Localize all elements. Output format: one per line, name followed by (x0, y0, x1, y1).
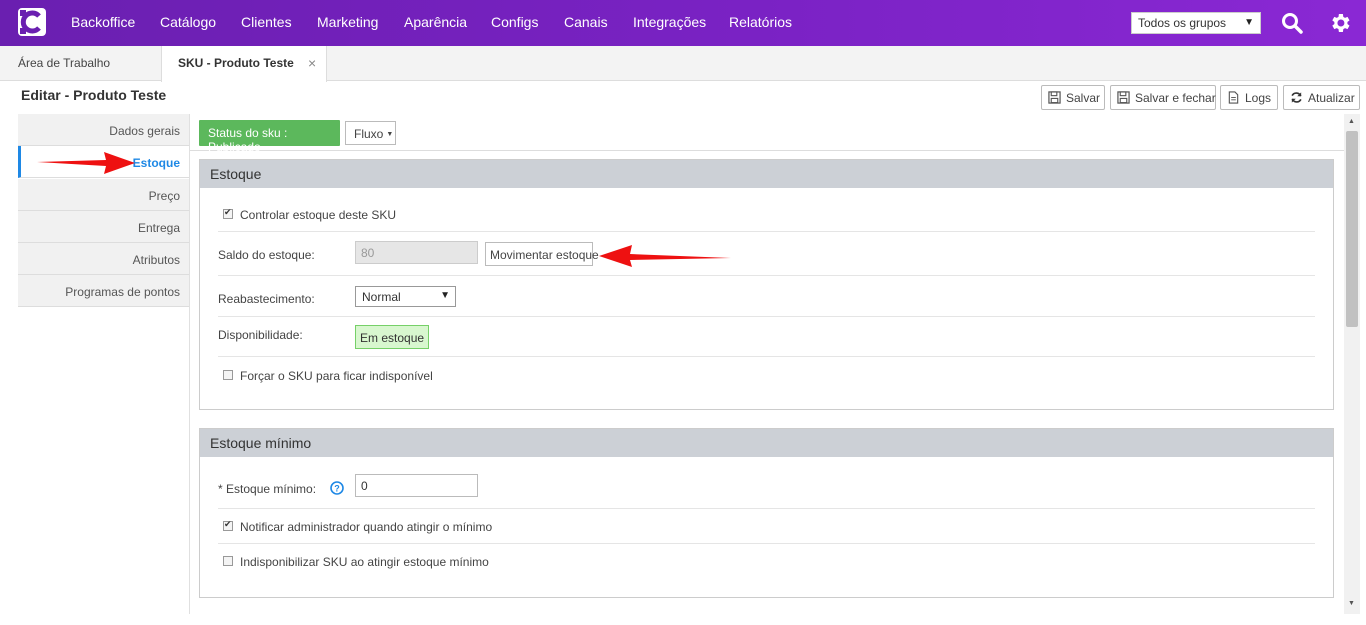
save-button[interactable]: Salvar (1041, 85, 1105, 110)
notificar-admin-label: Notificar administrador quando atingir o… (240, 520, 493, 534)
nav-configs[interactable]: Configs (491, 14, 538, 30)
help-icon[interactable]: ? (330, 481, 344, 495)
controlar-estoque-checkbox[interactable] (223, 207, 233, 219)
logs-button[interactable]: Logs (1220, 85, 1278, 110)
divider (218, 316, 1315, 317)
controlar-estoque-label: Controlar estoque deste SKU (240, 208, 397, 222)
forcar-indisponivel-checkbox[interactable] (223, 370, 233, 380)
nav-relatorios[interactable]: Relatórios (729, 14, 792, 30)
tab-area-de-trabalho[interactable]: Área de Trabalho (0, 46, 128, 81)
forcar-indisponivel-label: Forçar o SKU para ficar indisponível (240, 369, 433, 383)
nav-canais[interactable]: Canais (564, 14, 608, 30)
logs-label: Logs (1245, 91, 1272, 105)
scroll-thumb[interactable] (1346, 131, 1358, 327)
group-select-value: Todos os grupos (1138, 16, 1227, 30)
search-icon[interactable] (1280, 11, 1304, 35)
saldo-label: Saldo do estoque: (218, 248, 315, 262)
reabastecimento-value: Normal (362, 290, 401, 304)
divider (218, 356, 1315, 357)
reabastecimento-label: Reabastecimento: (218, 292, 315, 306)
sidebar-item-preco[interactable]: Preço (18, 179, 189, 211)
fluxo-dropdown[interactable]: Fluxo ▼ (345, 121, 396, 145)
nav-clientes[interactable]: Clientes (241, 14, 292, 30)
nav-backoffice[interactable]: Backoffice (71, 14, 135, 30)
estoque-minimo-panel: Estoque mínimo (199, 428, 1334, 598)
refresh-icon (1290, 91, 1303, 104)
status-badge: Status do sku : Publicado (199, 120, 340, 154)
svg-text:?: ? (334, 484, 340, 494)
estoque-panel-title: Estoque (200, 160, 1333, 188)
chevron-down-icon: ▼ (1244, 17, 1254, 28)
notificar-admin-checkbox[interactable] (223, 519, 233, 531)
floppy-icon (1117, 91, 1130, 104)
nav-catalogo[interactable]: Catálogo (160, 14, 216, 30)
refresh-label: Atualizar (1308, 91, 1355, 105)
refresh-button[interactable]: Atualizar (1283, 85, 1360, 110)
disponibilidade-label: Disponibilidade: (218, 328, 303, 342)
divider (218, 543, 1315, 544)
nav-marketing[interactable]: Marketing (317, 14, 378, 30)
annotation-arrow-icon (37, 152, 135, 174)
document-icon (1227, 91, 1240, 104)
sidebar-item-entrega[interactable]: Entrega (18, 211, 189, 243)
group-select[interactable]: Todos os grupos ▼ (1131, 12, 1261, 34)
scroll-down-icon[interactable]: ▼ (1348, 600, 1355, 607)
floppy-icon (1048, 91, 1061, 104)
sidebar-item-atributos[interactable]: Atributos (18, 243, 189, 275)
c-logo-icon[interactable] (18, 8, 46, 36)
nav-integracoes[interactable]: Integrações (633, 14, 706, 30)
save-close-button[interactable]: Salvar e fechar (1110, 85, 1216, 110)
page-title: Editar - Produto Teste (21, 87, 167, 103)
estoque-minimo-input[interactable] (355, 474, 478, 497)
chevron-down-icon: ▼ (440, 290, 450, 301)
scroll-up-icon[interactable]: ▲ (1348, 118, 1355, 125)
estoque-minimo-panel-title: Estoque mínimo (200, 429, 1333, 457)
indisponibilizar-checkbox[interactable] (223, 556, 233, 566)
sidebar-item-dados-gerais[interactable]: Dados gerais (18, 114, 189, 146)
movimentar-estoque-button[interactable]: Movimentar estoque (485, 242, 599, 266)
caret-down-icon: ▼ (386, 131, 394, 138)
reabastecimento-select[interactable]: Normal ▼ (355, 286, 456, 307)
divider (218, 508, 1315, 509)
top-navbar: Backoffice Catálogo Clientes Marketing A… (0, 0, 1366, 46)
nav-aparencia[interactable]: Aparência (404, 14, 467, 30)
indisponibilizar-label: Indisponibilizar SKU ao atingir estoque … (240, 555, 489, 569)
disponibilidade-badge: Em estoque (355, 325, 430, 349)
sidebar-item-programas-de-pontos[interactable]: Programas de pontos (18, 275, 189, 307)
save-close-label: Salvar e fechar (1135, 91, 1216, 105)
divider (218, 275, 1315, 276)
save-label: Salvar (1066, 91, 1101, 105)
estoque-minimo-label: * Estoque mínimo: (218, 482, 317, 496)
saldo-input[interactable] (355, 241, 478, 264)
divider (218, 231, 1315, 232)
annotation-arrow-icon (599, 245, 731, 267)
tab-sku-produto-teste[interactable]: SKU - Produto Teste (161, 46, 327, 82)
close-icon[interactable]: × (308, 55, 316, 71)
tab-bar: Área de Trabalho SKU - Produto Teste (0, 46, 1366, 82)
fluxo-label: Fluxo (354, 127, 384, 141)
gear-icon[interactable] (1328, 11, 1352, 35)
sidebar: Dados gerais Estoque Preço Entrega Atrib… (18, 114, 190, 614)
